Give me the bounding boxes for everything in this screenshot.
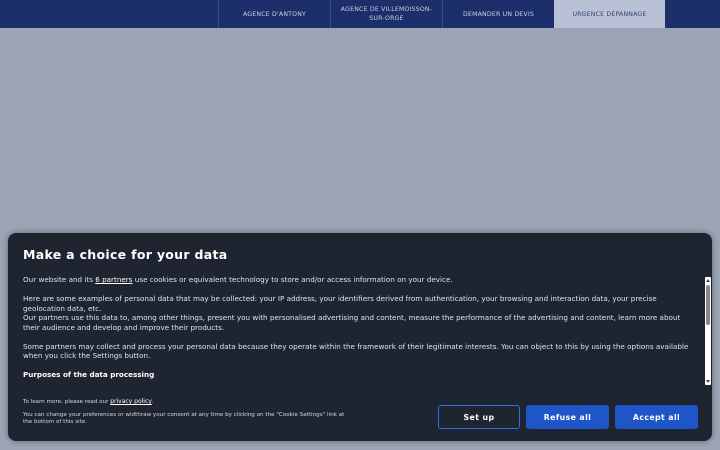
consent-scrollbar[interactable]	[705, 277, 711, 385]
preferences-note: You can change your preferences or width…	[23, 412, 345, 426]
consent-text-scroll-area[interactable]: Our website and its 6 partners use cooki…	[23, 275, 695, 385]
nav-item-agence-villemoisson[interactable]: AGENCE DE VILLEMOISSON-SUR-ORGE	[330, 0, 442, 28]
consent-paragraph-examples: Here are some examples of personal data …	[23, 294, 657, 313]
purposes-section-title[interactable]: Purposes of the data processing	[23, 370, 695, 380]
partners-link[interactable]: 6 partners	[95, 275, 132, 284]
consent-footer-text: To learn more, please read our privacy p…	[23, 398, 353, 427]
scroll-up-arrow-icon[interactable]	[706, 279, 710, 282]
consent-paragraph-intro: Our website and its 6 partners use cooki…	[23, 275, 695, 285]
privacy-policy-line: To learn more, please read our privacy p…	[23, 398, 353, 406]
refuse-all-button[interactable]: Refuse all	[526, 405, 609, 429]
consent-title: Make a choice for your data	[23, 247, 228, 262]
cookie-consent-dialog: Make a choice for your data Our website …	[8, 233, 712, 441]
privacy-text-prefix: To learn more, please read our	[23, 399, 111, 405]
privacy-policy-link[interactable]: privacy policy	[110, 398, 152, 405]
set-up-button[interactable]: Set up	[438, 405, 520, 429]
nav-item-urgence-depannage[interactable]: URGENCE DÉPANNAGE	[554, 0, 665, 28]
intro-text-suffix: use cookies or equivalent technology to …	[132, 275, 453, 284]
nav-item-agence-antony[interactable]: AGENCE D'ANTONY	[218, 0, 330, 28]
consent-paragraph-legitimate-interest: Some partners may collect and process yo…	[23, 341, 689, 361]
intro-text-prefix: Our website and its	[23, 275, 96, 284]
accept-all-button[interactable]: Accept all	[615, 405, 698, 429]
privacy-text-suffix: .	[151, 399, 154, 405]
nav-item-demander-devis[interactable]: DEMANDER UN DEVIS	[442, 0, 554, 28]
top-navigation: AGENCE D'ANTONY AGENCE DE VILLEMOISSON-S…	[0, 0, 720, 28]
scrollbar-thumb[interactable]	[706, 285, 710, 325]
consent-paragraph-usage: Our partners use this data to, among oth…	[23, 313, 681, 332]
scroll-down-arrow-icon[interactable]	[706, 380, 710, 383]
